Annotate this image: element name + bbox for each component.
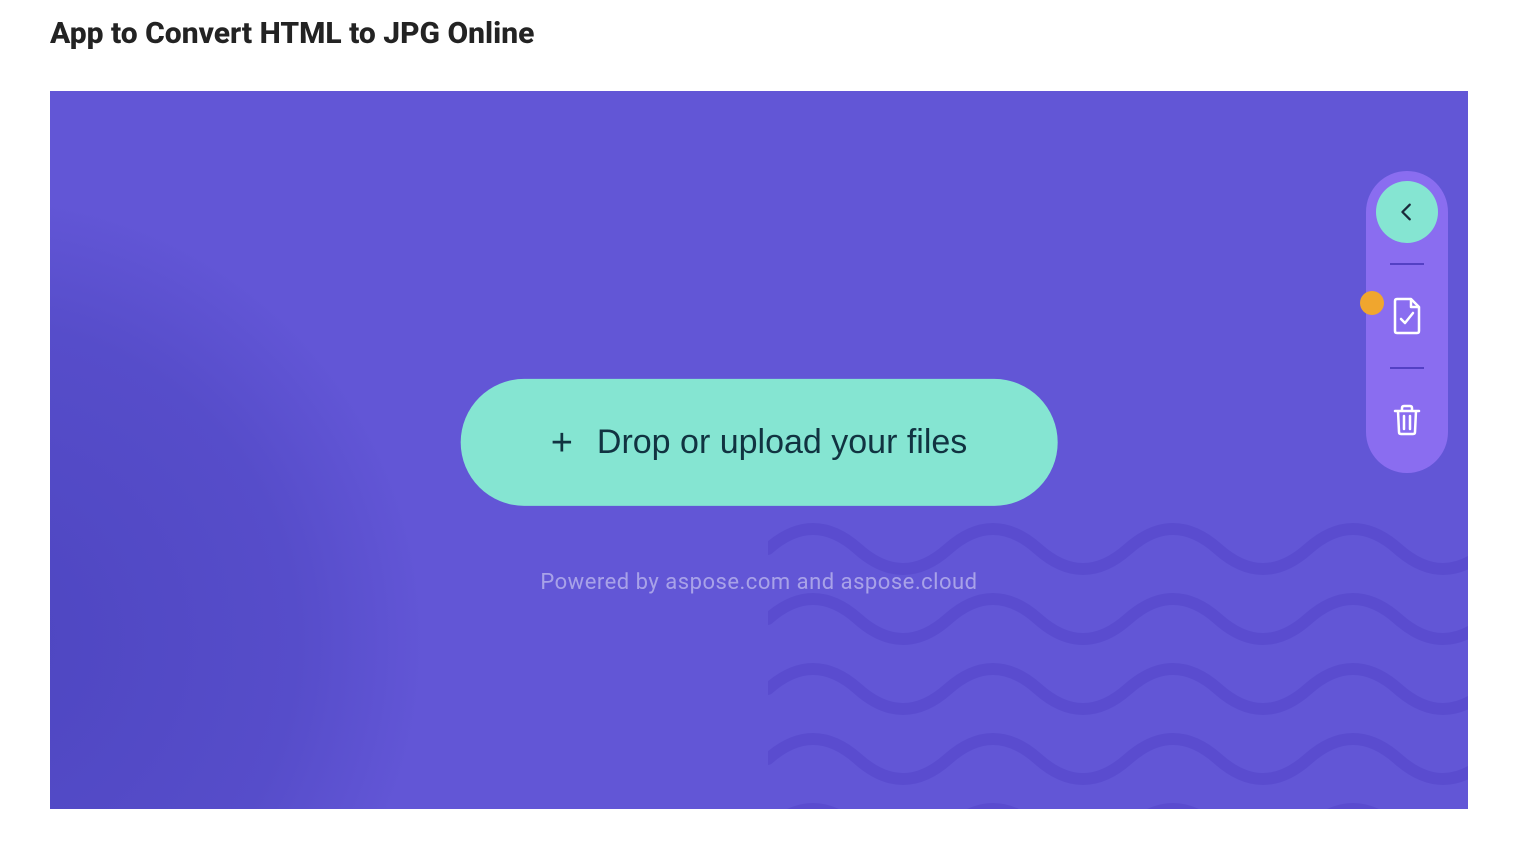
back-button[interactable] [1376,181,1438,243]
side-toolbar [1366,171,1448,473]
toolbar-divider [1390,263,1424,265]
converter-panel[interactable]: + Drop or upload your files Powered by a… [50,91,1468,809]
dots-background [50,91,350,241]
plus-icon: + [551,423,573,461]
clipboard-check-icon [1391,297,1423,335]
upload-button[interactable]: + Drop or upload your files [461,379,1058,506]
chevron-left-icon [1396,201,1418,223]
page-title: App to Convert HTML to JPG Online [50,16,1468,51]
powered-by-text: Powered by aspose.com and aspose.cloud [540,570,977,595]
upload-button-label: Drop or upload your files [597,423,967,462]
trash-icon [1392,404,1422,436]
waves-decoration [768,489,1468,809]
notification-badge [1360,291,1384,315]
toolbar-divider [1390,367,1424,369]
delete-button[interactable] [1376,389,1438,451]
background-blob [50,191,430,809]
clipboard-button[interactable] [1376,285,1438,347]
